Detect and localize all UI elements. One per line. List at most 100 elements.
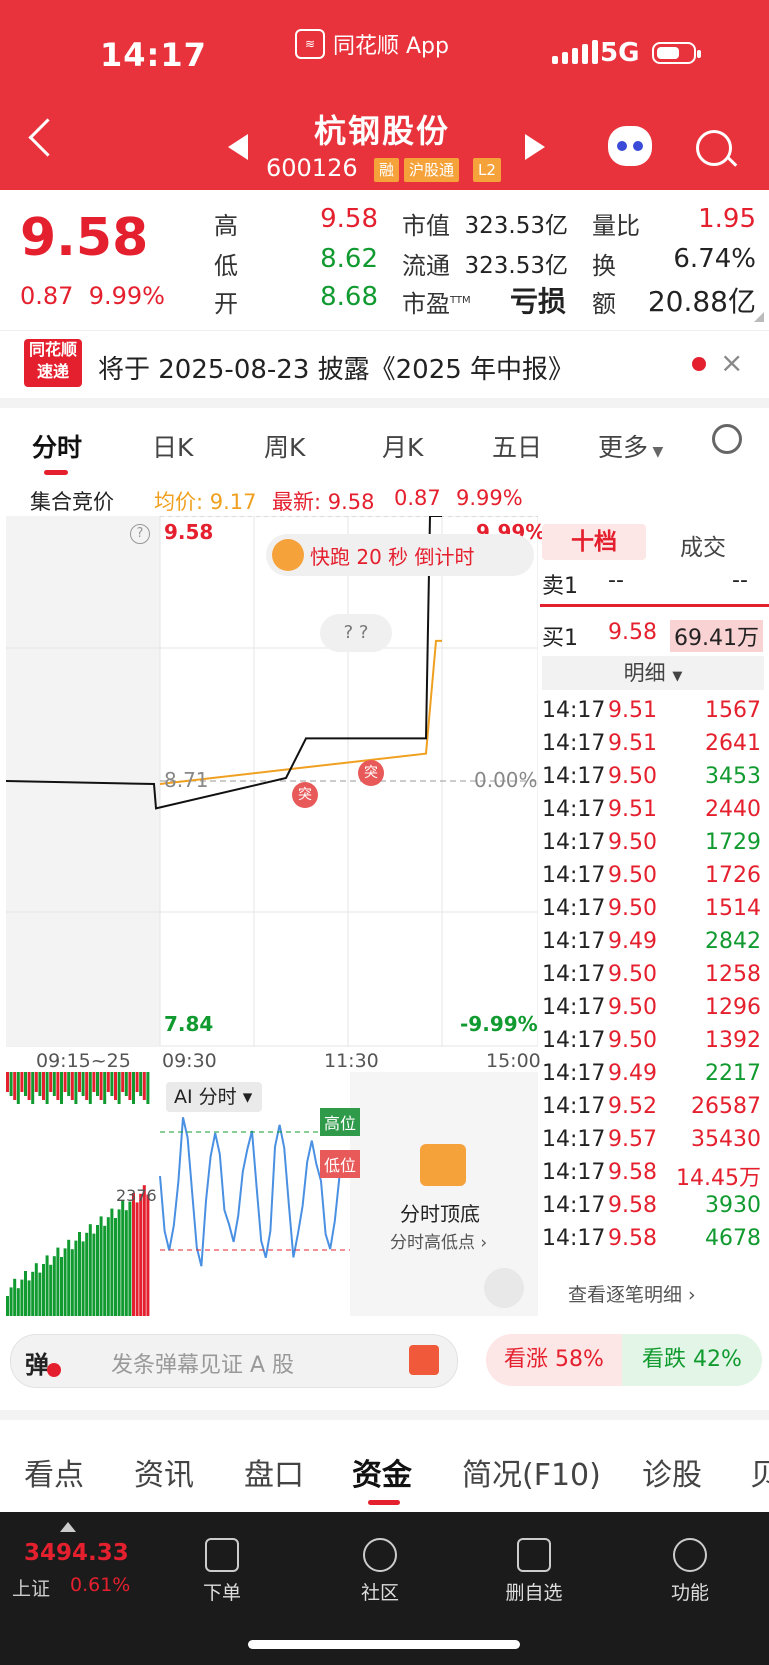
app-name-label: 同花顺 App (333, 34, 449, 59)
tag-margin: 融 (374, 158, 400, 182)
tab-f10[interactable]: 简况(F10) (462, 1450, 601, 1494)
vote-bullish-button[interactable]: 看涨 58% (486, 1334, 622, 1386)
avg-price-label: 均价: 9.17 (154, 490, 257, 514)
fullscreen-icon[interactable] (484, 1268, 524, 1308)
volume-bar (31, 1271, 35, 1316)
tab-overflow[interactable]: 贝 (750, 1450, 769, 1494)
tab-monthly-k[interactable]: 月K (382, 428, 423, 464)
trade-price: 9.49 (608, 1061, 657, 1086)
trade-price: 9.50 (608, 1028, 657, 1053)
close-icon[interactable]: × (720, 346, 743, 379)
change-value: 0.87 (20, 282, 74, 310)
trade-row: 14:17 9.49 2217 (540, 1061, 769, 1094)
countdown-banner[interactable]: 快跑 20 秒 倒计时 (266, 534, 534, 576)
back-icon[interactable] (28, 118, 67, 157)
help-icon[interactable]: ? (130, 524, 150, 544)
robot-icon[interactable] (608, 126, 652, 166)
expand-up-icon[interactable] (60, 1522, 76, 1532)
trade-time: 14:17 (542, 830, 606, 855)
volume-bar (52, 1072, 56, 1096)
change-pct: 9.99% (88, 282, 165, 310)
trade-volume: 3930 (705, 1193, 761, 1218)
promo-title[interactable]: 分时顶底 (400, 1198, 480, 1227)
volume-bar (13, 1278, 17, 1316)
volume-bar (96, 1072, 99, 1096)
gift-icon[interactable] (409, 1345, 439, 1375)
trade-time: 14:17 (542, 995, 606, 1020)
volume-bar (42, 1072, 45, 1100)
prev-stock-icon[interactable] (228, 134, 248, 160)
expand-corner-icon[interactable] (754, 312, 764, 322)
trade-time: 14:17 (542, 929, 606, 954)
nav-order[interactable]: 下单 (182, 1530, 262, 1605)
chart-tabs: 分时 日K 周K 月K 五日 更多 ▼ (0, 408, 769, 476)
volume-bar (56, 1247, 60, 1316)
field-label-open: 开 (214, 290, 238, 318)
tab-ten-levels[interactable]: 十档 (542, 524, 646, 560)
volume-bar (132, 1072, 135, 1104)
field-value-amount: 20.88亿 (647, 285, 756, 318)
tab-weekly-k[interactable]: 周K (264, 428, 305, 464)
nav-community[interactable]: 社区 (340, 1530, 420, 1605)
field-value-float: 323.53亿 (464, 253, 568, 279)
trade-time: 14:17 (542, 1127, 606, 1152)
tab-trades[interactable]: 成交 (680, 528, 726, 562)
tab-highlights[interactable]: 看点 (24, 1450, 84, 1494)
tab-news[interactable]: 资讯 (134, 1450, 194, 1494)
notice-logo: 同花顺 速递 (24, 339, 82, 387)
tab-diagnosis[interactable]: 诊股 (642, 1450, 702, 1494)
vote-bearish-button[interactable]: 看跌 42% (622, 1334, 762, 1386)
trade-volume: 2217 (705, 1061, 761, 1086)
field-label-pe: 市盈TTM (402, 290, 471, 318)
tab-intraday[interactable]: 分时 (32, 428, 82, 464)
volume-bar (27, 1280, 31, 1316)
danmu-input[interactable]: 弹 发条弹幕见证 A 股 (10, 1334, 458, 1388)
time-label-open: 09:30 (162, 1050, 217, 1072)
tab-capital[interactable]: 资金 (352, 1450, 412, 1494)
tag-level2: L2 (473, 158, 501, 182)
question-bubble[interactable]: ? ? (320, 614, 392, 652)
index-value[interactable]: 3494.33 (24, 1540, 129, 1566)
volume-bar (121, 1072, 125, 1092)
notice-bar[interactable]: 同花顺 速递 将于 2025-08-23 披露《2025 年中报》 (0, 330, 769, 399)
volume-bar (20, 1072, 24, 1092)
detail-tabs: 看点 资讯 盘口 资金 简况(F10) 诊股 贝 (0, 1420, 769, 1512)
buy1-label: 买1 (542, 626, 578, 651)
nav-functions[interactable]: 功能 (650, 1530, 730, 1605)
settings-icon[interactable] (712, 424, 742, 454)
trade-row: 14:17 9.58 4678 (540, 1226, 769, 1259)
volume-bar (60, 1257, 63, 1316)
volume-bar (132, 1193, 135, 1316)
breakout-marker[interactable]: 突 (358, 760, 384, 786)
promo-subtitle[interactable]: 分时高低点 › (390, 1228, 487, 1253)
sell1-label: 卖1 (542, 574, 578, 599)
tab-more[interactable]: 更多 ▼ (598, 428, 663, 464)
trade-row: 14:17 9.50 1726 (540, 863, 769, 896)
tab-daily-k[interactable]: 日K (152, 428, 193, 464)
search-icon[interactable] (696, 130, 732, 166)
volume-bar (110, 1072, 114, 1096)
intraday-chart[interactable]: 9.58 9.99% 8.71 0.00% 7.84 -9.99% ? 09:1… (5, 515, 545, 1316)
next-stock-icon[interactable] (525, 134, 545, 160)
volume-bar (135, 1202, 139, 1316)
nav-remove-watchlist[interactable]: 删自选 (494, 1530, 574, 1605)
volume-bar (42, 1264, 45, 1316)
battery-icon (652, 42, 701, 64)
trade-volume: 1729 (705, 830, 761, 855)
detail-toggle[interactable]: 明细 ▼ (542, 656, 764, 690)
ai-intraday-dropdown[interactable]: AI 分时 ▾ (166, 1082, 262, 1112)
volume-bar (13, 1072, 17, 1100)
view-all-trades-link[interactable]: 查看逐笔明细 › (568, 1280, 696, 1307)
stock-code: 600126 (266, 154, 358, 182)
trade-row: 14:17 9.57 35430 (540, 1127, 769, 1160)
tab-five-day[interactable]: 五日 (492, 428, 542, 464)
volume-bar (139, 1193, 143, 1316)
volume-bar (114, 1072, 117, 1100)
field-value-volratio: 1.95 (698, 204, 756, 234)
trade-price: 9.50 (608, 896, 657, 921)
breakout-marker[interactable]: 突 (292, 782, 318, 808)
trade-time: 14:17 (542, 1160, 606, 1185)
trade-price: 9.50 (608, 995, 657, 1020)
tab-orderbook[interactable]: 盘口 (244, 1450, 304, 1494)
trade-time: 14:17 (542, 962, 606, 987)
